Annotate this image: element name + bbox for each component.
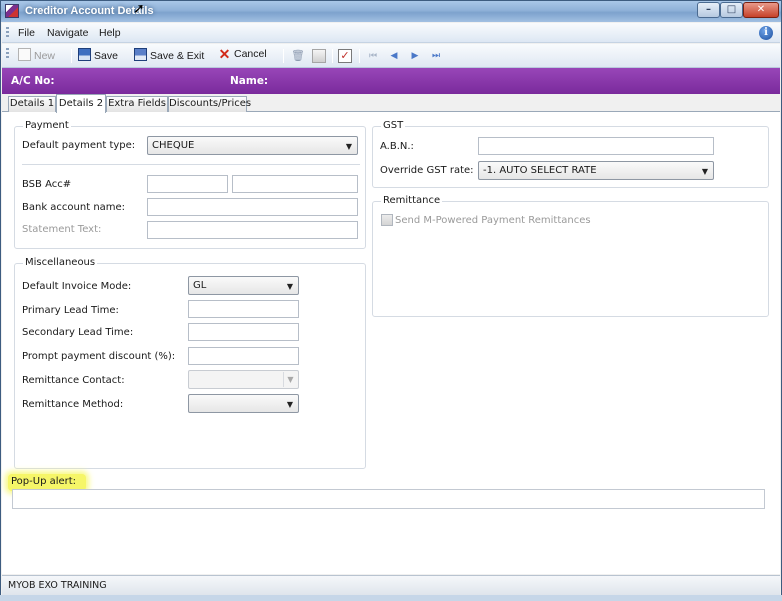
next-icon[interactable]: ▶ (408, 49, 422, 63)
toolbar-separator (71, 49, 72, 63)
creditor-account-window: Creditor Account Details ➚ – □ ✕ File Na… (0, 0, 782, 601)
tab-details-1[interactable]: Details 1 (8, 96, 56, 112)
last-icon[interactable]: ⏭ (429, 49, 443, 63)
statement-text-label: Statement Text: (22, 224, 102, 235)
new-label: New (34, 50, 56, 62)
app-icon (5, 4, 19, 18)
toolbar-separator (332, 49, 333, 63)
override-gst-label: Override GST rate: (380, 165, 474, 176)
prev-icon[interactable]: ◀ (387, 49, 401, 63)
toolbar-separator (359, 49, 360, 63)
bank-account-name-label: Bank account name: (22, 202, 126, 213)
popup-alert-input[interactable] (12, 489, 765, 509)
menu-grip (6, 27, 9, 39)
tab-strip: Details 1 Details 2 Extra Fields Discoun… (2, 94, 780, 113)
toolbar-separator (283, 49, 284, 63)
minimize-button[interactable]: – (697, 2, 720, 18)
default-payment-type-select[interactable]: CHEQUE ▼ (147, 136, 358, 155)
tab-discounts-prices[interactable]: Discounts/Prices (168, 96, 251, 112)
remittance-contact-label: Remittance Contact: (22, 375, 125, 386)
new-button[interactable]: New (18, 48, 55, 64)
default-payment-type-label: Default payment type: (22, 140, 136, 151)
name-label: Name: (230, 75, 269, 87)
status-bar: MYOB EXO TRAINING (2, 575, 780, 595)
toolbar-grip (6, 48, 9, 60)
gst-title: GST (381, 120, 406, 131)
menu-bar: File Navigate Help i (2, 23, 780, 43)
payment-divider (22, 164, 360, 165)
secondary-lead-time-label: Secondary Lead Time: (22, 327, 134, 338)
invoice-mode-value: GL (193, 280, 207, 291)
save-exit-icon (134, 48, 147, 61)
remittance-contact-select[interactable]: ▼ (188, 370, 299, 389)
mouse-cursor-icon: ➚ (133, 1, 145, 17)
new-icon (18, 48, 31, 61)
account-header-bar: A/C No: Name: (2, 68, 780, 94)
desktop-strip (0, 595, 782, 601)
primary-lead-time-input[interactable] (188, 300, 299, 318)
default-payment-type-value: CHEQUE (152, 140, 195, 151)
bsb-label: BSB Acc# (22, 179, 72, 190)
first-icon[interactable]: ⏮ (366, 49, 380, 63)
account-number-input[interactable] (232, 175, 358, 193)
invoice-mode-select[interactable]: GL ▼ (188, 276, 299, 295)
override-gst-value: -1. AUTO SELECT RATE (483, 165, 597, 176)
bank-account-name-input[interactable] (147, 198, 358, 216)
remittance-method-select[interactable]: ▼ (188, 394, 299, 413)
save-exit-label: Save & Exit (150, 50, 205, 62)
chevron-down-icon: ▼ (701, 167, 708, 176)
menu-help[interactable]: Help (99, 27, 121, 39)
cancel-button[interactable]: ✕ Cancel (218, 46, 267, 64)
abn-label: A.B.N.: (380, 141, 414, 152)
toolbar: New Save Save & Exit ✕ Cancel 🗑 ✓ ⏮ ◀ ▶ ⏭ (2, 44, 780, 68)
prompt-discount-input[interactable] (188, 347, 299, 365)
payment-title: Payment (23, 120, 71, 131)
chevron-down-icon: ▼ (286, 282, 293, 291)
tab-details-2[interactable]: Details 2 (56, 94, 106, 113)
menu-file[interactable]: File (18, 27, 35, 39)
remittance-title: Remittance (381, 195, 443, 206)
chevron-down-icon: ▼ (345, 142, 352, 151)
save-label: Save (94, 50, 118, 62)
check-icon[interactable]: ✓ (338, 49, 352, 63)
info-icon[interactable]: i (759, 26, 773, 40)
cancel-icon: ✕ (218, 46, 231, 62)
ac-no-label: A/C No: (11, 75, 55, 87)
print-icon[interactable] (312, 49, 326, 63)
delete-icon[interactable]: 🗑 (291, 49, 305, 63)
remittance-method-label: Remittance Method: (22, 399, 124, 410)
save-icon (78, 48, 91, 61)
chevron-down-icon: ▼ (286, 400, 293, 409)
title-bar[interactable]: Creditor Account Details ➚ – □ ✕ (1, 1, 781, 22)
tab-extra-fields[interactable]: Extra Fields (106, 96, 168, 112)
override-gst-select[interactable]: -1. AUTO SELECT RATE ▼ (478, 161, 714, 180)
maximize-button[interactable]: □ (720, 2, 743, 18)
invoice-mode-label: Default Invoice Mode: (22, 281, 132, 292)
save-exit-button[interactable]: Save & Exit (134, 48, 204, 64)
secondary-lead-time-input[interactable] (188, 323, 299, 341)
send-remittances-label: Send M-Powered Payment Remittances (395, 215, 591, 226)
save-button[interactable]: Save (78, 48, 118, 64)
menu-navigate[interactable]: Navigate (47, 27, 88, 39)
primary-lead-time-label: Primary Lead Time: (22, 305, 119, 316)
bsb-input[interactable] (147, 175, 228, 193)
prompt-discount-label: Prompt payment discount (%): (22, 351, 176, 362)
chevron-down-icon: ▼ (283, 372, 297, 387)
cancel-label: Cancel (234, 48, 267, 60)
close-button[interactable]: ✕ (743, 2, 779, 18)
send-remittances-checkbox[interactable] (381, 214, 393, 226)
abn-input[interactable] (478, 137, 714, 155)
miscellaneous-title: Miscellaneous (23, 257, 98, 268)
statement-text-input[interactable] (147, 221, 358, 239)
